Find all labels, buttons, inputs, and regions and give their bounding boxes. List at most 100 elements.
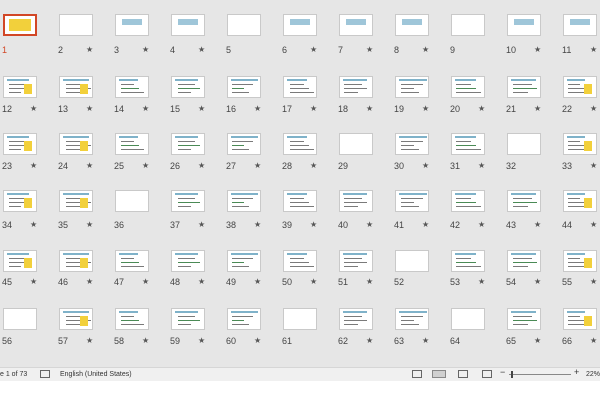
animation-star-icon[interactable]: ★ bbox=[86, 104, 93, 114]
animation-star-icon[interactable]: ★ bbox=[30, 277, 37, 287]
animation-star-icon[interactable]: ★ bbox=[478, 220, 485, 230]
slide-thumbnail[interactable] bbox=[171, 14, 205, 36]
slide-thumbnail[interactable] bbox=[507, 250, 541, 272]
animation-star-icon[interactable]: ★ bbox=[422, 161, 429, 171]
slide-thumbnail[interactable] bbox=[59, 76, 93, 98]
animation-star-icon[interactable]: ★ bbox=[478, 277, 485, 287]
slide-thumbnail[interactable] bbox=[115, 133, 149, 155]
slide-thumbnail[interactable] bbox=[171, 308, 205, 330]
slide-thumbnail[interactable] bbox=[171, 190, 205, 212]
animation-star-icon[interactable]: ★ bbox=[590, 161, 597, 171]
animation-star-icon[interactable]: ★ bbox=[534, 220, 541, 230]
slide-thumbnail[interactable] bbox=[339, 308, 373, 330]
slide-thumbnail[interactable] bbox=[3, 308, 37, 330]
slide-thumbnail[interactable] bbox=[563, 190, 597, 212]
slide-thumbnail[interactable] bbox=[59, 190, 93, 212]
animation-star-icon[interactable]: ★ bbox=[478, 161, 485, 171]
animation-star-icon[interactable]: ★ bbox=[590, 277, 597, 287]
slide-thumbnail[interactable] bbox=[339, 133, 373, 155]
animation-star-icon[interactable]: ★ bbox=[142, 45, 149, 55]
slide-thumbnail[interactable] bbox=[59, 308, 93, 330]
slide-thumbnail[interactable] bbox=[3, 250, 37, 272]
animation-star-icon[interactable]: ★ bbox=[198, 45, 205, 55]
animation-star-icon[interactable]: ★ bbox=[86, 277, 93, 287]
zoom-slider-track[interactable] bbox=[509, 374, 571, 375]
slide-thumbnail[interactable] bbox=[507, 308, 541, 330]
animation-star-icon[interactable]: ★ bbox=[86, 220, 93, 230]
animation-star-icon[interactable]: ★ bbox=[590, 336, 597, 346]
animation-star-icon[interactable]: ★ bbox=[590, 104, 597, 114]
slide-thumbnail[interactable] bbox=[171, 133, 205, 155]
animation-star-icon[interactable]: ★ bbox=[254, 336, 261, 346]
animation-star-icon[interactable]: ★ bbox=[534, 277, 541, 287]
slide-thumbnail[interactable] bbox=[3, 76, 37, 98]
slide-thumbnail[interactable] bbox=[3, 190, 37, 212]
animation-star-icon[interactable]: ★ bbox=[366, 336, 373, 346]
animation-star-icon[interactable]: ★ bbox=[198, 336, 205, 346]
slide-thumbnail[interactable] bbox=[115, 190, 149, 212]
slide-thumbnail[interactable] bbox=[115, 250, 149, 272]
slide-thumbnail[interactable] bbox=[115, 14, 149, 36]
slide-thumbnail[interactable] bbox=[283, 76, 317, 98]
animation-star-icon[interactable]: ★ bbox=[254, 161, 261, 171]
animation-star-icon[interactable]: ★ bbox=[310, 277, 317, 287]
reading-view-icon[interactable] bbox=[458, 370, 468, 378]
slide-thumbnail[interactable] bbox=[563, 133, 597, 155]
slide-thumbnail[interactable] bbox=[115, 308, 149, 330]
slide-thumbnail[interactable] bbox=[171, 76, 205, 98]
slide-thumbnail[interactable] bbox=[451, 14, 485, 36]
slide-thumbnail[interactable] bbox=[171, 250, 205, 272]
slide-thumbnail[interactable] bbox=[507, 133, 541, 155]
animation-star-icon[interactable]: ★ bbox=[198, 277, 205, 287]
slide-thumbnail[interactable] bbox=[283, 14, 317, 36]
slide-thumbnail[interactable] bbox=[283, 190, 317, 212]
slide-thumbnail[interactable] bbox=[227, 250, 261, 272]
animation-star-icon[interactable]: ★ bbox=[30, 220, 37, 230]
animation-star-icon[interactable]: ★ bbox=[590, 220, 597, 230]
animation-star-icon[interactable]: ★ bbox=[198, 104, 205, 114]
animation-star-icon[interactable]: ★ bbox=[254, 104, 261, 114]
slide-thumbnail[interactable] bbox=[563, 14, 597, 36]
slide-thumbnail[interactable] bbox=[283, 250, 317, 272]
animation-star-icon[interactable]: ★ bbox=[366, 104, 373, 114]
animation-star-icon[interactable]: ★ bbox=[86, 336, 93, 346]
slide-thumbnail[interactable] bbox=[395, 190, 429, 212]
slide-thumbnail[interactable] bbox=[395, 250, 429, 272]
slide-thumbnail[interactable] bbox=[507, 14, 541, 36]
slide-thumbnail[interactable] bbox=[451, 76, 485, 98]
slide-thumbnail[interactable] bbox=[59, 14, 93, 36]
slide-thumbnail[interactable] bbox=[227, 308, 261, 330]
slide-thumbnail[interactable] bbox=[339, 250, 373, 272]
slide-thumbnail[interactable] bbox=[115, 76, 149, 98]
slide-thumbnail[interactable] bbox=[3, 133, 37, 155]
animation-star-icon[interactable]: ★ bbox=[534, 336, 541, 346]
normal-view-icon[interactable] bbox=[412, 370, 422, 378]
zoom-slider-thumb[interactable] bbox=[511, 371, 513, 378]
slide-thumbnail[interactable] bbox=[563, 250, 597, 272]
animation-star-icon[interactable]: ★ bbox=[534, 45, 541, 55]
slide-thumbnail[interactable] bbox=[395, 133, 429, 155]
zoom-level[interactable]: 22% bbox=[586, 370, 600, 379]
slide-thumbnail[interactable] bbox=[451, 190, 485, 212]
animation-star-icon[interactable]: ★ bbox=[142, 336, 149, 346]
slide-thumbnail[interactable] bbox=[507, 76, 541, 98]
slide-thumbnail[interactable] bbox=[227, 76, 261, 98]
slide-thumbnail[interactable] bbox=[395, 308, 429, 330]
animation-star-icon[interactable]: ★ bbox=[478, 104, 485, 114]
animation-star-icon[interactable]: ★ bbox=[310, 161, 317, 171]
animation-star-icon[interactable]: ★ bbox=[142, 161, 149, 171]
animation-star-icon[interactable]: ★ bbox=[422, 336, 429, 346]
slide-sorter-view-icon[interactable] bbox=[432, 370, 446, 378]
animation-star-icon[interactable]: ★ bbox=[366, 45, 373, 55]
animation-star-icon[interactable]: ★ bbox=[254, 220, 261, 230]
animation-star-icon[interactable]: ★ bbox=[30, 104, 37, 114]
slide-thumbnail[interactable] bbox=[227, 14, 261, 36]
animation-star-icon[interactable]: ★ bbox=[366, 220, 373, 230]
animation-star-icon[interactable]: ★ bbox=[254, 277, 261, 287]
language-indicator[interactable]: English (United States) bbox=[60, 370, 132, 379]
animation-star-icon[interactable]: ★ bbox=[198, 161, 205, 171]
animation-star-icon[interactable]: ★ bbox=[310, 45, 317, 55]
slide-thumbnail[interactable] bbox=[395, 14, 429, 36]
slide-thumbnail[interactable] bbox=[563, 308, 597, 330]
slide-thumbnail[interactable] bbox=[339, 76, 373, 98]
